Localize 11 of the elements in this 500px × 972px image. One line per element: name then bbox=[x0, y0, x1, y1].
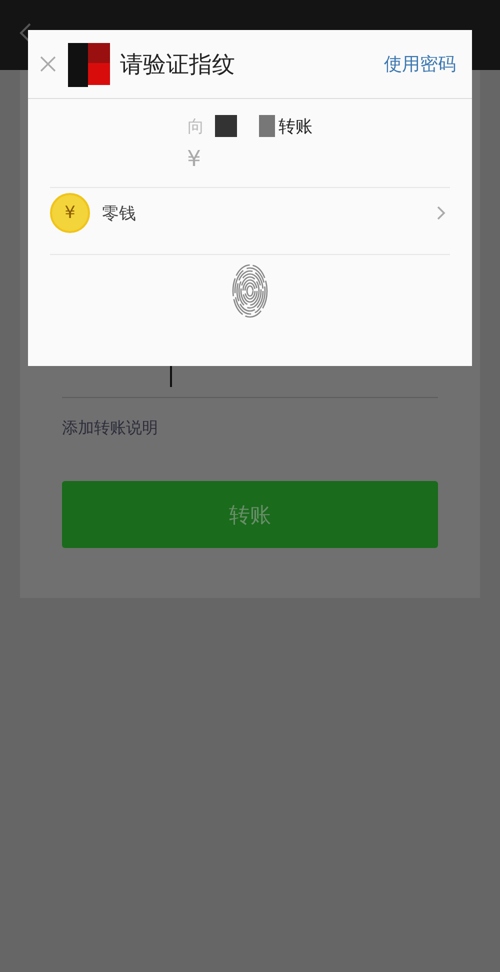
use-password-link[interactable]: 使用密码 bbox=[384, 52, 456, 76]
currency-symbol: ¥ bbox=[187, 146, 201, 172]
dialog-title: 请验证指纹 bbox=[120, 50, 235, 80]
fingerprint-icon bbox=[231, 263, 269, 319]
recipient-text: 转账 bbox=[278, 116, 312, 138]
payment-method-label: 零钱 bbox=[102, 202, 136, 224]
payment-method-row[interactable]: ¥ 零钱 bbox=[50, 180, 450, 246]
add-note-link[interactable]: 添加转账说明 bbox=[62, 418, 158, 439]
recipient-prefix: 向 bbox=[188, 116, 204, 138]
coin-icon: ¥ bbox=[50, 193, 90, 233]
chevron-right-icon bbox=[436, 205, 446, 221]
